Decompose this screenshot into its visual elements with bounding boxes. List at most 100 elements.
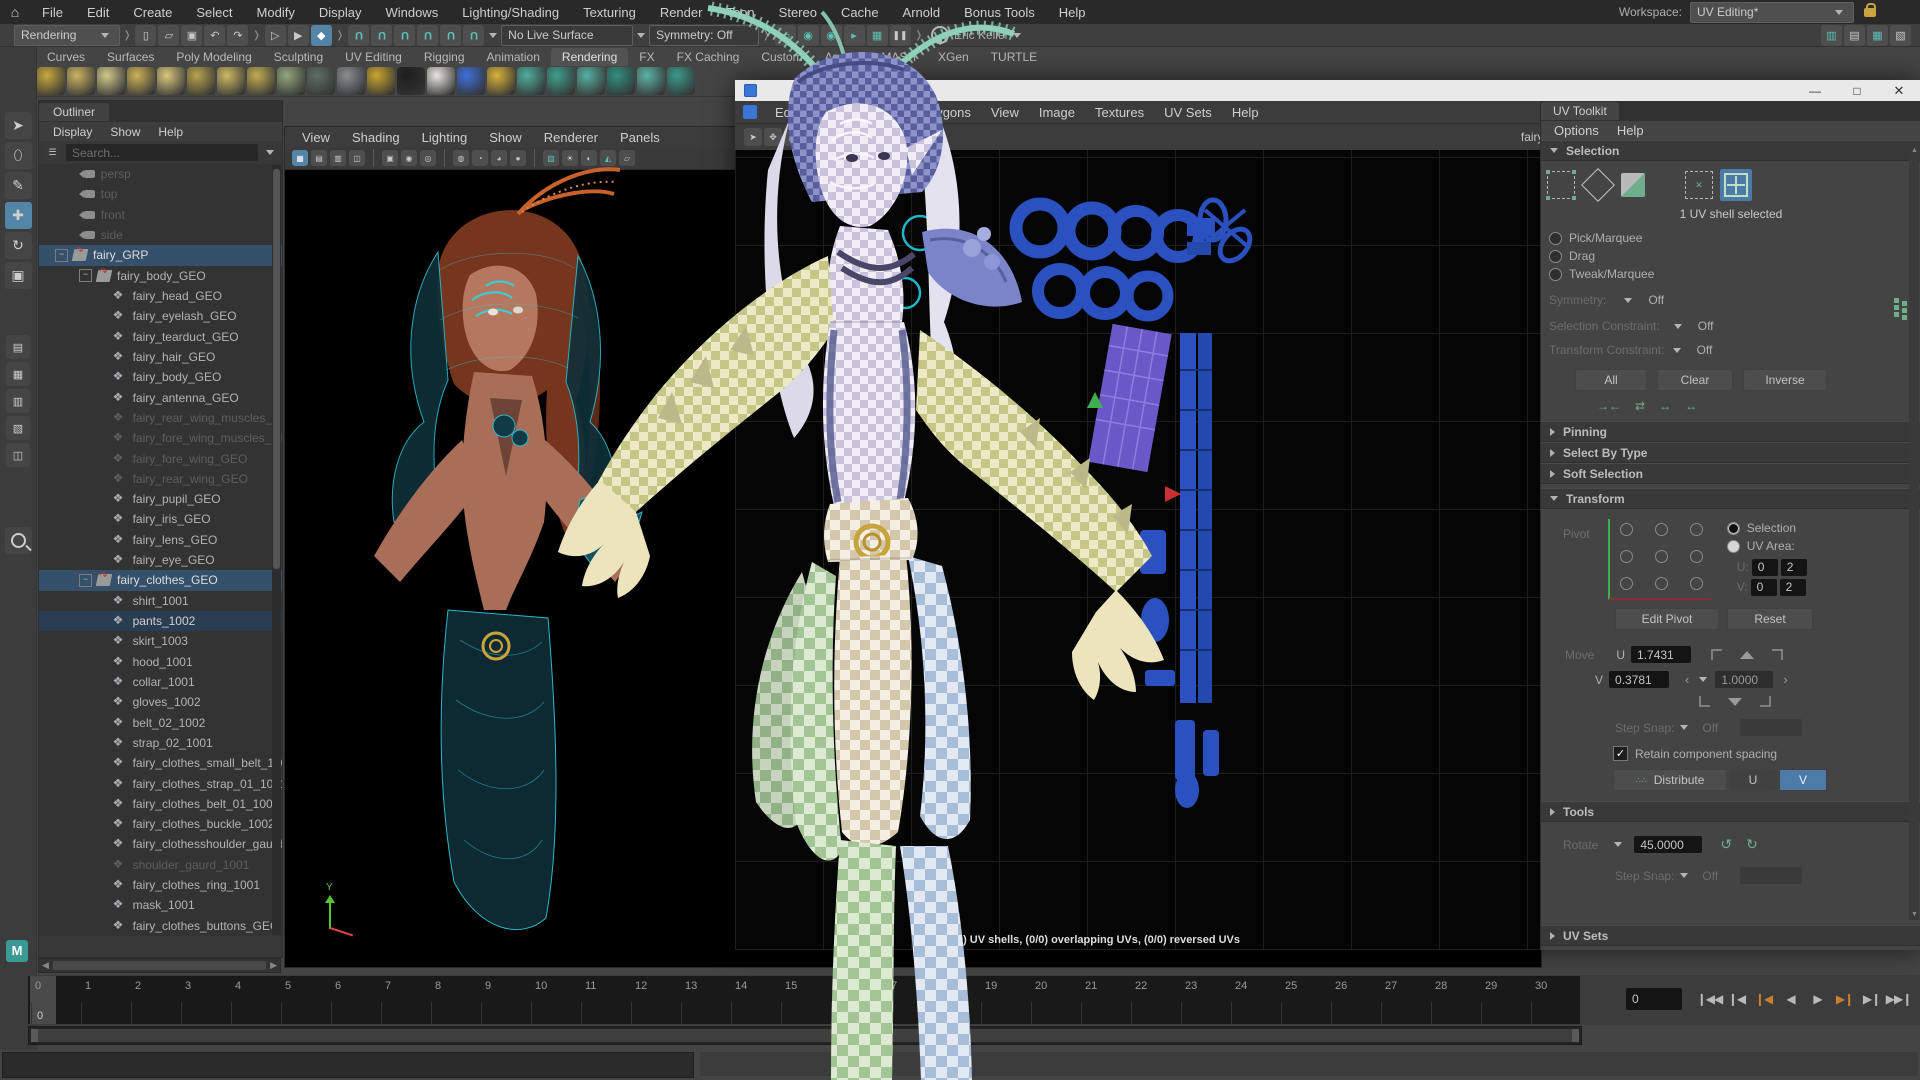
snap-to-point-icon[interactable]: U <box>394 25 415 46</box>
symmetry-grid-icon[interactable] <box>1894 298 1899 303</box>
collapsed-section-header[interactable]: Soft Selection <box>1541 463 1920 484</box>
play-forward-button[interactable]: ▶ <box>1804 987 1831 1011</box>
shelf-tab[interactable]: UV Editing <box>334 48 413 66</box>
select-object-icon[interactable]: ▶ <box>288 25 309 46</box>
pivot-selection-option[interactable]: Selection <box>1727 519 1807 537</box>
select-hierarchy-icon[interactable]: ▷ <box>265 25 286 46</box>
move-u-field[interactable]: 1.7431 <box>1631 646 1691 663</box>
nudge-down-icon[interactable] <box>1728 698 1742 706</box>
nudge-left-icon[interactable]: ‹ <box>1685 672 1689 687</box>
snap-to-projected-center-icon[interactable]: U <box>417 25 438 46</box>
select-component-icon[interactable]: ◆ <box>311 25 332 46</box>
step-forward-frame-button[interactable]: ▶❙ <box>1858 987 1885 1011</box>
symmetry-value[interactable]: Off <box>1648 293 1664 307</box>
shelf-shader-ball-icon[interactable] <box>487 67 515 95</box>
outliner-item[interactable]: − fairy_rear_wing_GEO <box>39 469 282 489</box>
transform-constraint-value[interactable]: Off <box>1697 343 1713 357</box>
outliner-item[interactable]: − fairy_clothes_belt_01_1002 <box>39 794 282 814</box>
open-scene-icon[interactable]: ▱ <box>158 25 179 46</box>
move-tool-icon[interactable]: ✚ <box>5 202 32 229</box>
menu-item[interactable]: File <box>30 5 75 20</box>
grow-selection-icon[interactable]: ⇄ <box>1635 399 1645 413</box>
outliner-item[interactable]: − top <box>39 184 282 204</box>
chevron-down-icon[interactable] <box>1680 725 1688 730</box>
chevron-down-icon[interactable] <box>266 150 274 155</box>
current-time-field[interactable]: 0 <box>1626 988 1682 1010</box>
outliner-item[interactable]: − fairy_tearduct_GEO <box>39 327 282 347</box>
retain-spacing-checkbox[interactable]: ✓ <box>1613 746 1628 761</box>
menu-item[interactable]: Modify <box>245 5 307 20</box>
section-uv-sets[interactable]: UV Sets <box>1541 925 1920 946</box>
marquee-select-icon[interactable] <box>1547 171 1575 199</box>
chevron-down-icon[interactable] <box>1624 298 1632 303</box>
uv-toolkit-tab[interactable]: UV Toolkit <box>1541 102 1619 120</box>
maya-home-icon[interactable]: ⌂ <box>0 4 30 20</box>
rotate-step-snap-value[interactable]: Off <box>1702 869 1718 883</box>
shelf-light-icon[interactable] <box>157 67 185 95</box>
distribute-v-button[interactable]: V <box>1779 769 1827 791</box>
pivot-v-max-field[interactable]: 2 <box>1780 579 1806 596</box>
pane-layout-icon[interactable]: ▥ <box>6 389 30 413</box>
outliner-tab[interactable]: Outliner <box>39 103 109 121</box>
tool-settings-toggle-icon[interactable]: ▤ <box>1844 25 1865 46</box>
outliner-item[interactable]: − fairy_head_GEO <box>39 286 282 306</box>
collapsed-section-header[interactable]: Pinning <box>1541 421 1920 442</box>
menu-set-selector[interactable]: Rendering <box>14 25 120 46</box>
shelf-tab[interactable]: Sculpting <box>263 48 334 66</box>
shelf-light-icon[interactable] <box>37 67 65 95</box>
shelf-shader-ball-icon[interactable] <box>457 67 485 95</box>
shelf-shader-icon[interactable] <box>307 67 335 95</box>
outliner-item[interactable]: − fairy_body_GEO <box>39 367 282 387</box>
nudge-right-icon[interactable]: › <box>1783 672 1787 687</box>
outliner-item[interactable]: − shirt_1001 <box>39 591 282 611</box>
shelf-light-icon[interactable] <box>217 67 245 95</box>
step-forward-key-button[interactable]: ▶❙ <box>1831 987 1858 1011</box>
play-backwards-button[interactable]: ◀ <box>1777 987 1804 1011</box>
rotate-tool-icon[interactable]: ↻ <box>5 232 32 259</box>
snap-to-view-plane-icon[interactable]: U <box>440 25 461 46</box>
outliner-scrollbar[interactable] <box>272 165 281 935</box>
pivot-u-max-field[interactable]: 2 <box>1781 559 1807 576</box>
distribute-u-button[interactable]: U <box>1729 769 1777 791</box>
outliner-item[interactable]: − fairy_clothes_buttons_GEO <box>39 916 282 936</box>
outliner-item[interactable]: − pants_1002 <box>39 611 282 631</box>
outliner-item[interactable]: − belt_02_1002 <box>39 712 282 732</box>
four-pane-layout-icon[interactable]: ▦ <box>6 362 30 386</box>
outliner-item[interactable]: − fairy_GRP <box>39 245 282 265</box>
outliner-item[interactable]: − fairy_body_GEO <box>39 266 282 286</box>
outliner-item[interactable]: − fairy_eyelash_GEO <box>39 306 282 326</box>
outliner-item[interactable]: − fairy_clothes_buckle_1002 <box>39 814 282 834</box>
snap-to-curve-icon[interactable]: U <box>371 25 392 46</box>
outliner-item[interactable]: − fairy_rear_wing_muscles_GEO <box>39 408 282 428</box>
pivot-v-min-field[interactable]: 0 <box>1751 579 1777 596</box>
outliner-item[interactable]: − front <box>39 205 282 225</box>
shelf-light-icon[interactable] <box>127 67 155 95</box>
move-v-field[interactable]: 0.3781 <box>1609 671 1669 688</box>
paint-select-tool-icon[interactable]: ✎ <box>5 172 32 199</box>
outliner-item[interactable]: − fairy_clothes_GEO <box>39 570 282 590</box>
shrink-selection-icon[interactable]: →← <box>1597 399 1621 413</box>
select-inverse-button[interactable]: Inverse <box>1743 369 1827 391</box>
snap-to-grid-icon[interactable]: U <box>348 25 369 46</box>
outliner-item[interactable]: − fairy_iris_GEO <box>39 509 282 529</box>
shelf-light-icon[interactable] <box>187 67 215 95</box>
outliner-hscrollbar[interactable]: ◀ ▶ <box>38 958 281 973</box>
reset-pivot-button[interactable]: Reset <box>1727 608 1813 630</box>
go-to-end-button[interactable]: ▶▶❙ <box>1885 987 1912 1011</box>
nudge-up-right-icon[interactable] <box>1772 649 1783 660</box>
outliner-item[interactable]: − fairy_fore_wing_muscles_GEO <box>39 428 282 448</box>
maximize-button[interactable]: □ <box>1836 84 1878 98</box>
chevron-down-icon[interactable] <box>489 33 497 38</box>
workspace-selector[interactable]: UV Editing* <box>1690 2 1854 23</box>
pane-layout-icon[interactable]: ▧ <box>6 416 30 440</box>
uv-shell-select-icon[interactable] <box>1720 169 1752 201</box>
distribute-button[interactable]: ∴∴ Distribute <box>1613 769 1727 791</box>
move-step-snap-value[interactable]: Off <box>1702 721 1718 735</box>
expander-icon[interactable]: − <box>79 269 92 282</box>
outliner-item[interactable]: − persp <box>39 164 282 184</box>
pivot-uv-area-option[interactable]: UV Area: <box>1727 537 1807 555</box>
expander-icon[interactable]: − <box>55 249 68 262</box>
cube-component-icon[interactable] <box>1621 173 1645 197</box>
select-loop-icon[interactable]: ↔ <box>1685 399 1697 413</box>
outliner-item[interactable]: − strap_02_1001 <box>39 733 282 753</box>
